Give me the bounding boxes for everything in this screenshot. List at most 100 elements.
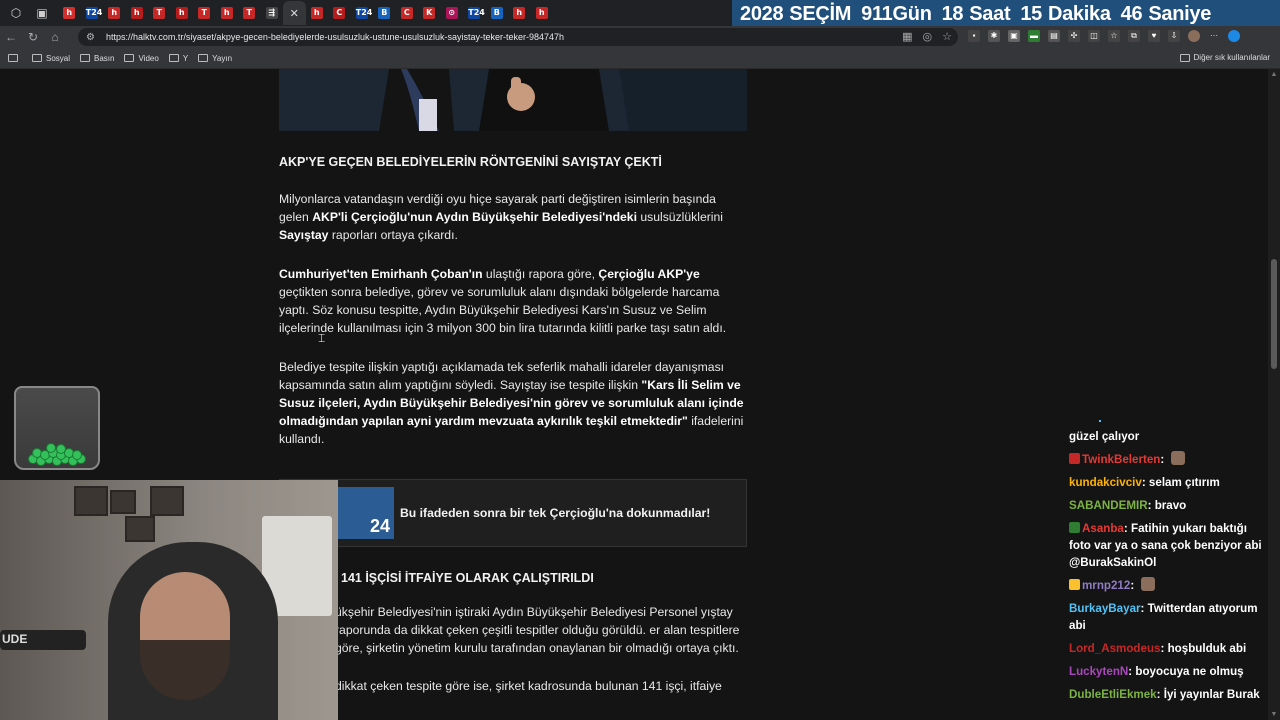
tab-actions-icon[interactable]: ▣ — [32, 3, 52, 23]
chat-message: güzel çalıyor — [1069, 428, 1269, 445]
other-bookmarks[interactable]: Diğer sık kullanılanlar — [1179, 53, 1270, 62]
browser-tab[interactable]: C — [396, 1, 419, 25]
bold-text: Sayıştay — [279, 228, 329, 242]
tab-favicon-icon: K — [423, 7, 436, 19]
browser-tab[interactable]: B — [486, 1, 509, 25]
chat-badge-icon — [1069, 522, 1080, 533]
chat-username[interactable]: TwinkBelerten — [1082, 453, 1160, 466]
browser-tab[interactable]: T — [148, 1, 171, 25]
back-arrow-icon[interactable]: ← — [0, 30, 22, 44]
reading-list-icon[interactable] — [8, 54, 22, 62]
chat-separator: : — [1140, 602, 1148, 615]
bookmark-folder-basin[interactable]: Basın — [80, 54, 114, 63]
browser-tab[interactable]: h — [531, 1, 554, 25]
related-article-card[interactable]: 24 Bu ifadeden sonra bir tek Çerçioğlu'n… — [279, 479, 747, 547]
related-article-thumbnail[interactable]: 24 — [336, 487, 394, 539]
close-tab-icon[interactable]: ✕ — [290, 7, 299, 20]
chat-text: hoşbulduk abi — [1167, 642, 1247, 655]
bold-text: Cumhuriyet'ten Emirhanh Çoban'ın — [279, 267, 483, 281]
extension-icon[interactable]: ▪ — [968, 30, 980, 42]
election-countdown-banner: 2028 SEÇİM 911Gün 18 Saat 15 Dakika 46 Saniy… — [732, 0, 1280, 28]
browser-tab[interactable]: h — [216, 1, 239, 25]
active-tab[interactable]: ✕ — [283, 1, 306, 25]
browser-tab[interactable]: h — [171, 1, 194, 25]
browser-tab[interactable]: h — [508, 1, 531, 25]
extension-icon[interactable]: ▤ — [1048, 30, 1060, 42]
browser-tab[interactable]: T24 — [351, 1, 374, 25]
browser-tab[interactable]: K — [418, 1, 441, 25]
browser-tab[interactable]: C — [328, 1, 351, 25]
extension-icon[interactable]: ▬ — [1028, 30, 1040, 42]
chat-text: İyi yayınlar Burak — [1163, 688, 1260, 701]
chat-separator: : — [1123, 522, 1131, 535]
chat-message: mrnp212: — [1069, 577, 1269, 594]
browser-tab[interactable]: ⊙ — [441, 1, 464, 25]
profile-avatar[interactable] — [1188, 30, 1200, 42]
scrollbar-thumb[interactable] — [1271, 259, 1277, 369]
reload-icon[interactable]: ↻ — [22, 30, 44, 44]
text-run: raporları ortaya çıkardı. — [328, 228, 458, 242]
home-icon[interactable]: ⌂ — [44, 30, 66, 44]
chat-separator: : — [1160, 642, 1168, 655]
bookmark-label: Video — [138, 53, 159, 63]
tab-favicon-icon: h — [535, 7, 548, 19]
tab-favicon-icon: h — [63, 7, 76, 19]
site-info-icon[interactable]: ⚙ — [86, 32, 98, 43]
chat-username[interactable]: mrnp212 — [1082, 579, 1130, 592]
browser-tab[interactable]: ⇶ — [261, 1, 284, 25]
browser-tab[interactable]: h — [126, 1, 149, 25]
browser-tab[interactable]: T — [193, 1, 216, 25]
address-bar[interactable]: ⚙ https://halktv.com.tr/siyaset/akpye-ge… — [78, 28, 958, 46]
chat-username[interactable]: SABANDEMIR — [1069, 499, 1148, 512]
chat-username[interactable]: BurkayBayar — [1069, 602, 1141, 615]
chat-emote-icon — [1171, 451, 1186, 465]
browser-tab[interactable]: h — [58, 1, 81, 25]
chat-username[interactable]: LuckytenN — [1069, 665, 1128, 678]
tab-favicon-icon: C — [400, 7, 413, 19]
chat-username[interactable]: Lord_Asmodeus — [1069, 642, 1160, 655]
browser-tab[interactable]: h — [306, 1, 329, 25]
copilot-icon[interactable]: ♥ — [1148, 30, 1160, 42]
chat-username[interactable]: kundakcivciv — [1069, 476, 1142, 489]
extensions-puzzle-icon[interactable]: ✣ — [1068, 30, 1080, 42]
chat-message: Asanba: Fatihin yukarı baktığı foto var … — [1069, 520, 1269, 571]
chat-username[interactable]: DubleEtliEkmek — [1069, 688, 1157, 701]
split-view-icon[interactable]: ◫ — [1088, 30, 1100, 42]
tab-favicon-icon: B — [378, 7, 391, 19]
countdown-year: 2028 — [740, 2, 784, 25]
browser-menu-icon[interactable]: ⬡ — [6, 3, 26, 23]
url-text[interactable]: https://halktv.com.tr/siyaset/akpye-gece… — [106, 32, 564, 42]
page-scrollbar[interactable]: ▲ ▼ — [1268, 69, 1280, 720]
section-heading: 141 İŞÇİSİ İTFAİYE OLARAK ÇALIŞTIRILDI — [341, 571, 594, 585]
favorites-icon[interactable]: ☆ — [1108, 30, 1120, 42]
related-article-title[interactable]: Bu ifadeden sonra bir tek Çerçioğlu'na d… — [400, 506, 710, 520]
countdown-seconds-unit: Saniye — [1148, 2, 1212, 25]
chat-separator: : — [1141, 476, 1149, 489]
thumbnail-logo: 24 — [369, 516, 390, 536]
install-app-icon[interactable]: ▦ — [902, 30, 912, 43]
tab-favicon-icon: T24 — [85, 7, 103, 19]
extension-icon[interactable]: ✱ — [988, 30, 1000, 42]
more-menu-icon[interactable]: ⋯ — [1208, 30, 1220, 42]
bookmark-folder-sosyal[interactable]: Sosyal — [32, 54, 70, 63]
browser-tab[interactable]: h — [103, 1, 126, 25]
bookmark-folder-yayin[interactable]: Yayın — [198, 54, 232, 63]
bookmark-folder-y[interactable]: Y — [168, 54, 188, 63]
tab-favicon-icon: T — [198, 7, 211, 19]
bookmark-folder-video[interactable]: Video — [124, 53, 159, 63]
bookmark-star-icon[interactable]: ☆ — [942, 30, 952, 43]
collections-icon[interactable]: ⧉ — [1128, 30, 1140, 42]
extension-icon[interactable]: ▣ — [1008, 30, 1020, 42]
scroll-up-icon[interactable]: ▲ — [1270, 71, 1278, 78]
browser-tab-strip: ⬡ ▣ h T24 h h Th Th T ⇶ ✕ h C T24 B C K ⊙ T24 Bh h 2028 SEÇ… — [0, 0, 1280, 28]
browser-tab[interactable]: T — [238, 1, 261, 25]
browser-tab[interactable]: T24 — [81, 1, 104, 25]
browser-tab[interactable]: T24 — [463, 1, 486, 25]
chat-username[interactable]: Asanba — [1082, 522, 1124, 535]
browser-tab[interactable]: B — [373, 1, 396, 25]
translate-icon[interactable]: ◎ — [923, 30, 933, 43]
tab-favicon-icon: T — [243, 7, 256, 19]
downloads-icon[interactable]: ⇩ — [1168, 30, 1180, 42]
scroll-down-icon[interactable]: ▼ — [1270, 711, 1278, 718]
edge-copilot-icon[interactable] — [1228, 30, 1240, 42]
